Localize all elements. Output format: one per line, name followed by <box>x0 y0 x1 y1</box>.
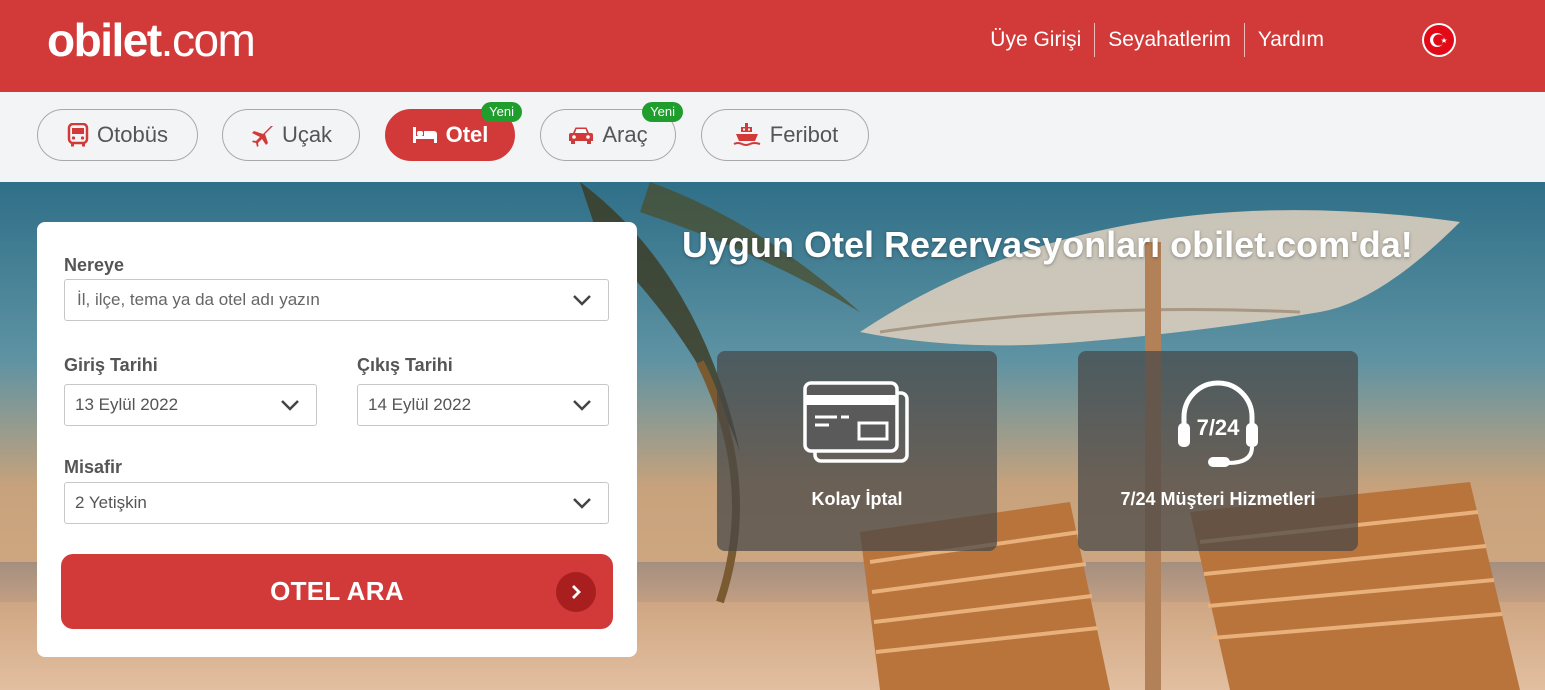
chevron-right-icon <box>556 572 596 612</box>
checkout-label: Çıkış Tarihi <box>357 355 453 375</box>
tab-label: Otel <box>445 122 489 147</box>
credit-card-icon <box>803 381 909 463</box>
guests-value: 2 Yetişkin <box>75 493 147 512</box>
destination-field[interactable] <box>64 279 609 321</box>
feature-easy-cancel: Kolay İptal <box>717 351 997 551</box>
site-header: obilet.com Üye Girişi Seyahatlerim Yardı… <box>0 0 1545 92</box>
destination-label: Nereye <box>64 255 125 275</box>
search-hotel-button[interactable]: OTEL ARA <box>61 554 613 629</box>
tab-hotel[interactable]: Otel Yeni <box>385 102 522 161</box>
car-icon <box>569 127 594 144</box>
feature-label: Kolay İptal <box>811 489 903 509</box>
chevron-down-icon <box>573 295 591 306</box>
tab-ferry[interactable]: Feribot <box>701 109 869 161</box>
hotel-search-form: Nereye Giriş Tarihi 13 Eylül 2022 Çıkış … <box>37 222 637 657</box>
logo-bold-text: obilet <box>47 14 162 66</box>
tab-car[interactable]: Araç Yeni <box>540 102 683 161</box>
new-badge: Yeni <box>481 102 522 122</box>
nav-login-link[interactable]: Üye Girişi <box>977 22 1094 58</box>
ferry-icon <box>733 123 761 146</box>
tab-label: Feribot <box>769 122 839 147</box>
logo-domain-text: .com <box>160 14 256 66</box>
chevron-down-icon <box>573 498 591 509</box>
tab-label: Uçak <box>281 122 333 147</box>
checkin-date-select[interactable]: 13 Eylül 2022 <box>64 384 317 426</box>
checkout-value: 14 Eylül 2022 <box>368 395 472 414</box>
checkin-value: 13 Eylül 2022 <box>75 395 179 414</box>
search-button-label: OTEL ARA <box>270 576 404 606</box>
chevron-down-icon <box>573 400 591 411</box>
feature-label: 7/24 Müşteri Hizmetleri <box>1120 489 1316 509</box>
guests-select[interactable]: 2 Yetişkin <box>64 482 609 524</box>
header-nav: Üye Girişi Seyahatlerim Yardım <box>977 22 1337 58</box>
tab-bus[interactable]: Otobüs <box>37 109 198 161</box>
transport-tabs: Otobüs Uçak Otel Yeni Araç Yeni Feribot <box>0 92 1545 182</box>
new-badge: Yeni <box>642 102 683 122</box>
support-icon-text: 7/24 <box>1197 415 1241 440</box>
logo[interactable]: obilet.com <box>47 14 256 66</box>
bed-icon <box>412 127 437 143</box>
hero-headline: Uygun Otel Rezervasyonları obilet.com'da… <box>682 224 1413 265</box>
bus-icon <box>67 123 89 147</box>
headset-icon: 7/24 <box>1178 380 1258 467</box>
destination-input[interactable] <box>75 289 572 311</box>
plane-icon <box>251 126 273 147</box>
tab-label: Otobüs <box>97 122 168 147</box>
nav-help-link[interactable]: Yardım <box>1245 22 1337 58</box>
turkey-flag-icon[interactable] <box>1422 23 1456 57</box>
tab-label: Araç <box>602 122 648 147</box>
chevron-down-icon <box>281 400 299 411</box>
checkout-date-select[interactable]: 14 Eylül 2022 <box>357 384 609 426</box>
checkin-label: Giriş Tarihi <box>64 355 158 375</box>
feature-support: 7/24 7/24 Müşteri Hizmetleri <box>1078 351 1358 551</box>
tab-flight[interactable]: Uçak <box>222 109 360 161</box>
nav-trips-link[interactable]: Seyahatlerim <box>1095 22 1244 58</box>
guests-label: Misafir <box>64 457 123 477</box>
